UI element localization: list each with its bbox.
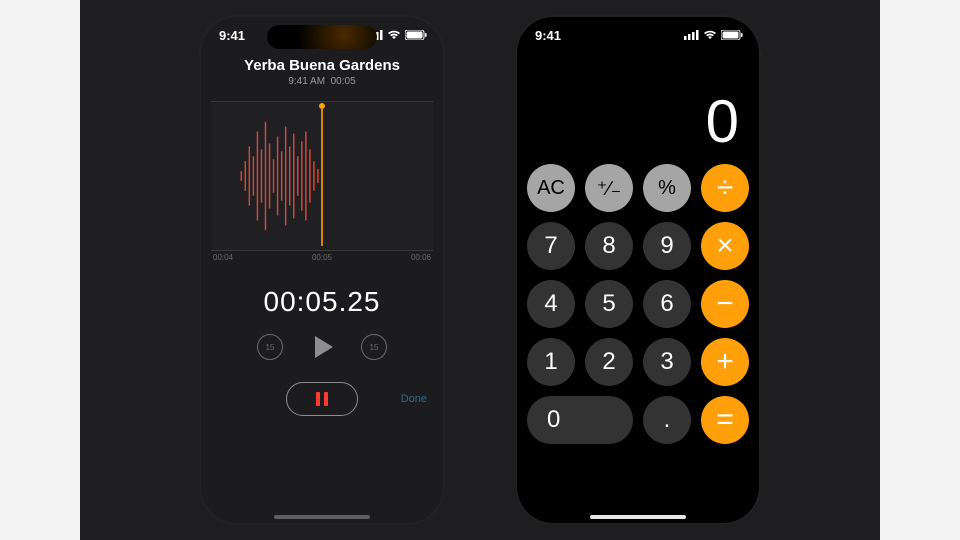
seek-forward-15-button[interactable]: 15 <box>361 334 387 360</box>
calculator-display: 0 <box>515 49 761 164</box>
digit-3-button[interactable]: 3 <box>643 338 691 386</box>
digit-0-button[interactable]: 0 <box>527 396 633 444</box>
seek-back-15-button[interactable]: 15 <box>257 334 283 360</box>
seek-back-label: 15 <box>266 343 275 352</box>
recording-header: Yerba Buena Gardens 9:41 AM 00:05 <box>199 57 445 87</box>
digit-7-button[interactable]: 7 <box>527 222 575 270</box>
decimal-button[interactable]: . <box>643 396 691 444</box>
seek-fwd-label: 15 <box>370 343 379 352</box>
digit-4-button[interactable]: 4 <box>527 280 575 328</box>
home-indicator[interactable] <box>274 515 370 519</box>
pause-icon <box>316 392 328 406</box>
dynamic-island <box>600 25 676 45</box>
plus-button[interactable]: + <box>701 338 749 386</box>
tick-label: 00:05 <box>312 253 332 262</box>
tick-label: 00:06 <box>411 253 431 262</box>
digit-8-button[interactable]: 8 <box>585 222 633 270</box>
digit-2-button[interactable]: 2 <box>585 338 633 386</box>
tick-label: 00:04 <box>213 253 233 262</box>
calculator-keypad: AC⁺∕₋%÷ 789× 456− 123+0.= <box>515 164 761 470</box>
percent-button[interactable]: % <box>643 164 691 212</box>
waveform-icon <box>211 102 433 250</box>
cellular-signal-icon <box>684 30 699 40</box>
multiply-button[interactable]: × <box>701 222 749 270</box>
digit-5-button[interactable]: 5 <box>585 280 633 328</box>
equals-button[interactable]: = <box>701 396 749 444</box>
elapsed-timer: 00:05.25 <box>199 286 445 318</box>
minus-button[interactable]: − <box>701 280 749 328</box>
play-icon[interactable] <box>315 336 333 358</box>
waveform-timeline-ticks: 00:04 00:05 00:06 <box>199 251 445 264</box>
battery-icon <box>405 30 427 40</box>
divide-button[interactable]: ÷ <box>701 164 749 212</box>
clear-button[interactable]: AC <box>527 164 575 212</box>
recording-title: Yerba Buena Gardens <box>199 57 445 74</box>
wifi-icon <box>387 30 401 40</box>
decorative-panel-right <box>880 0 960 540</box>
digit-1-button[interactable]: 1 <box>527 338 575 386</box>
playback-controls: 15 15 <box>199 334 445 360</box>
status-time: 9:41 <box>219 28 245 43</box>
decorative-panel-left <box>0 0 80 540</box>
recording-time: 9:41 AM <box>288 76 325 87</box>
status-time: 9:41 <box>535 28 561 43</box>
home-indicator[interactable] <box>590 515 686 519</box>
sign-button[interactable]: ⁺∕₋ <box>585 164 633 212</box>
pause-recording-button[interactable] <box>286 382 358 416</box>
dynamic-island <box>267 25 377 49</box>
voice-memos-phone: 9:41 Yerba Buena Gardens 9:41 AM 00:05 0… <box>199 15 445 525</box>
digit-9-button[interactable]: 9 <box>643 222 691 270</box>
done-button[interactable]: Done <box>401 393 427 405</box>
digit-6-button[interactable]: 6 <box>643 280 691 328</box>
waveform-view[interactable] <box>211 101 433 251</box>
wifi-icon <box>703 30 717 40</box>
battery-icon <box>721 30 743 40</box>
recording-duration: 00:05 <box>331 76 356 87</box>
calculator-phone: 9:41 0 AC⁺∕₋%÷ 789× 456− 123+0.= <box>515 15 761 525</box>
